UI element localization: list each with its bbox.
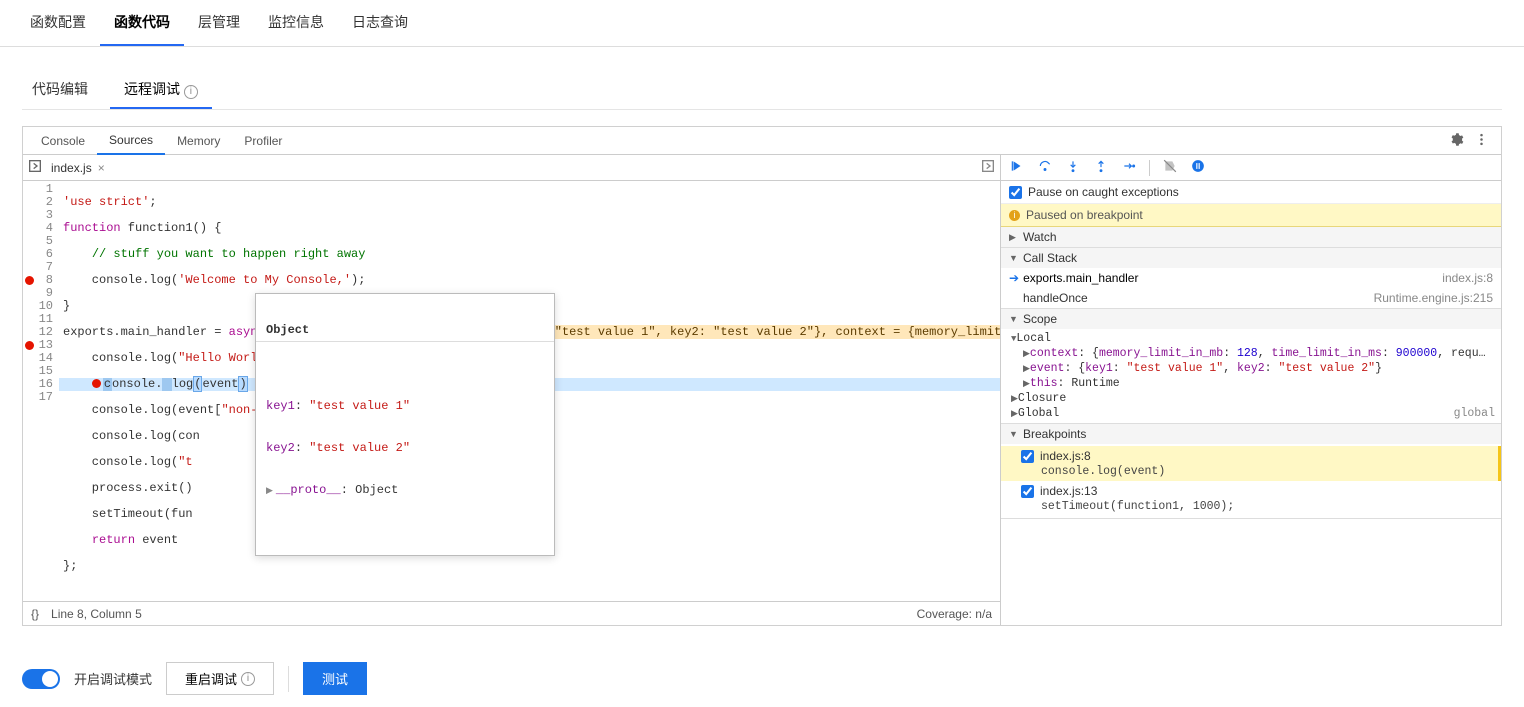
- breakpoint-item[interactable]: index.js:13 setTimeout(function1, 1000);: [1001, 481, 1501, 516]
- tab-func-config[interactable]: 函数配置: [16, 0, 100, 46]
- step-into-icon[interactable]: [1065, 159, 1081, 176]
- debug-toolbar: [1001, 155, 1501, 181]
- devtools-panel: Console Sources Memory Profiler index.js…: [22, 126, 1502, 626]
- devtab-sources[interactable]: Sources: [97, 127, 165, 155]
- status-bar: {} Line 8, Column 5 Coverage: n/a: [23, 601, 1000, 625]
- debug-mode-toggle[interactable]: [22, 669, 60, 689]
- pause-on-caught: Pause on caught exceptions: [1001, 181, 1501, 204]
- step-icon[interactable]: [1121, 159, 1137, 176]
- coverage-label: Coverage: n/a: [917, 607, 992, 621]
- paused-banner: i Paused on breakpoint: [1001, 204, 1501, 227]
- debug-mode-label: 开启调试模式: [74, 669, 152, 688]
- breakpoint-item[interactable]: index.js:8 console.log(event): [1001, 446, 1501, 481]
- subtab-remote-debug-label: 远程调试: [124, 81, 180, 97]
- devtab-profiler[interactable]: Profiler: [232, 128, 294, 154]
- section-breakpoints[interactable]: ▼Breakpoints: [1001, 424, 1501, 444]
- breakpoint-marker[interactable]: [25, 276, 34, 285]
- test-button[interactable]: 测试: [303, 662, 367, 695]
- step-over-icon[interactable]: [1037, 159, 1053, 176]
- devtab-memory[interactable]: Memory: [165, 128, 232, 154]
- file-tab-name: index.js: [51, 161, 92, 175]
- footer: 开启调试模式 重启调试 i 测试: [0, 634, 1524, 707]
- devtab-console[interactable]: Console: [29, 128, 97, 154]
- run-icon[interactable]: [980, 158, 996, 177]
- breakpoint-checkbox[interactable]: [1021, 450, 1034, 463]
- info-icon: i: [241, 672, 255, 686]
- close-icon[interactable]: ×: [98, 161, 105, 175]
- more-icon[interactable]: [1474, 132, 1489, 150]
- arrow-icon: ➔: [1009, 271, 1019, 285]
- scope-var[interactable]: ▶event: {key1: "test value 1", key2: "te…: [1005, 361, 1497, 376]
- paused-banner-text: Paused on breakpoint: [1026, 208, 1143, 222]
- file-tab-indexjs[interactable]: index.js ×: [43, 157, 113, 179]
- debug-pane: Pause on caught exceptions i Paused on b…: [1001, 155, 1501, 625]
- tooltip-title: Object: [256, 320, 554, 342]
- file-tabs: index.js ×: [23, 155, 1000, 181]
- pause-exceptions-icon[interactable]: [1190, 159, 1206, 176]
- sub-tabs: 代码编辑 远程调试 i: [0, 47, 1524, 109]
- subtab-code-edit[interactable]: 代码编辑: [18, 71, 102, 109]
- resume-icon[interactable]: [1009, 159, 1025, 176]
- scope-closure[interactable]: ▶Closure: [1005, 391, 1497, 406]
- tab-func-code[interactable]: 函数代码: [100, 0, 184, 46]
- section-callstack[interactable]: ▼Call Stack: [1001, 248, 1501, 268]
- hover-tooltip: Object key1: "test value 1" key2: "test …: [255, 293, 555, 556]
- devtools-tabs: Console Sources Memory Profiler: [23, 127, 1501, 155]
- tab-monitor[interactable]: 监控信息: [254, 0, 338, 46]
- subtab-remote-debug[interactable]: 远程调试 i: [110, 71, 212, 109]
- breakpoint-marker[interactable]: [25, 341, 34, 350]
- section-scope[interactable]: ▼Scope: [1001, 309, 1501, 329]
- restart-debug-button[interactable]: 重启调试 i: [166, 662, 274, 695]
- info-icon: i: [1009, 210, 1020, 221]
- callstack-frame[interactable]: handleOnce Runtime.engine.js:215: [1001, 288, 1501, 308]
- pause-on-caught-checkbox[interactable]: [1009, 186, 1022, 199]
- cursor-position: Line 8, Column 5: [51, 607, 142, 621]
- callstack-frame[interactable]: ➔ exports.main_handler index.js:8: [1001, 268, 1501, 288]
- file-nav-icon[interactable]: [27, 158, 43, 177]
- editor-pane: index.js × 1234567 8 9101112 13 14151617…: [23, 155, 1001, 625]
- tab-logs[interactable]: 日志查询: [338, 0, 422, 46]
- code-editor[interactable]: 1234567 8 9101112 13 14151617 'use stric…: [23, 181, 1000, 601]
- deactivate-breakpoints-icon[interactable]: [1162, 159, 1178, 176]
- info-icon: i: [184, 85, 198, 99]
- top-tabs: 函数配置 函数代码 层管理 监控信息 日志查询: [0, 0, 1524, 47]
- code-lines: 'use strict'; function function1() { // …: [59, 181, 1000, 601]
- step-out-icon[interactable]: [1093, 159, 1109, 176]
- braces-icon[interactable]: {}: [31, 607, 39, 621]
- scope-var[interactable]: ▶this: Runtime: [1005, 376, 1497, 391]
- section-watch[interactable]: ▶Watch: [1001, 227, 1501, 247]
- tab-layers[interactable]: 层管理: [184, 0, 254, 46]
- scope-global[interactable]: ▶Globalglobal: [1005, 406, 1497, 421]
- breakpoint-checkbox[interactable]: [1021, 485, 1034, 498]
- scope-var[interactable]: ▶context: {memory_limit_in_mb: 128, time…: [1005, 346, 1497, 361]
- gutter: 1234567 8 9101112 13 14151617: [23, 181, 59, 601]
- pause-on-caught-label: Pause on caught exceptions: [1028, 185, 1179, 199]
- gear-icon[interactable]: [1449, 132, 1464, 150]
